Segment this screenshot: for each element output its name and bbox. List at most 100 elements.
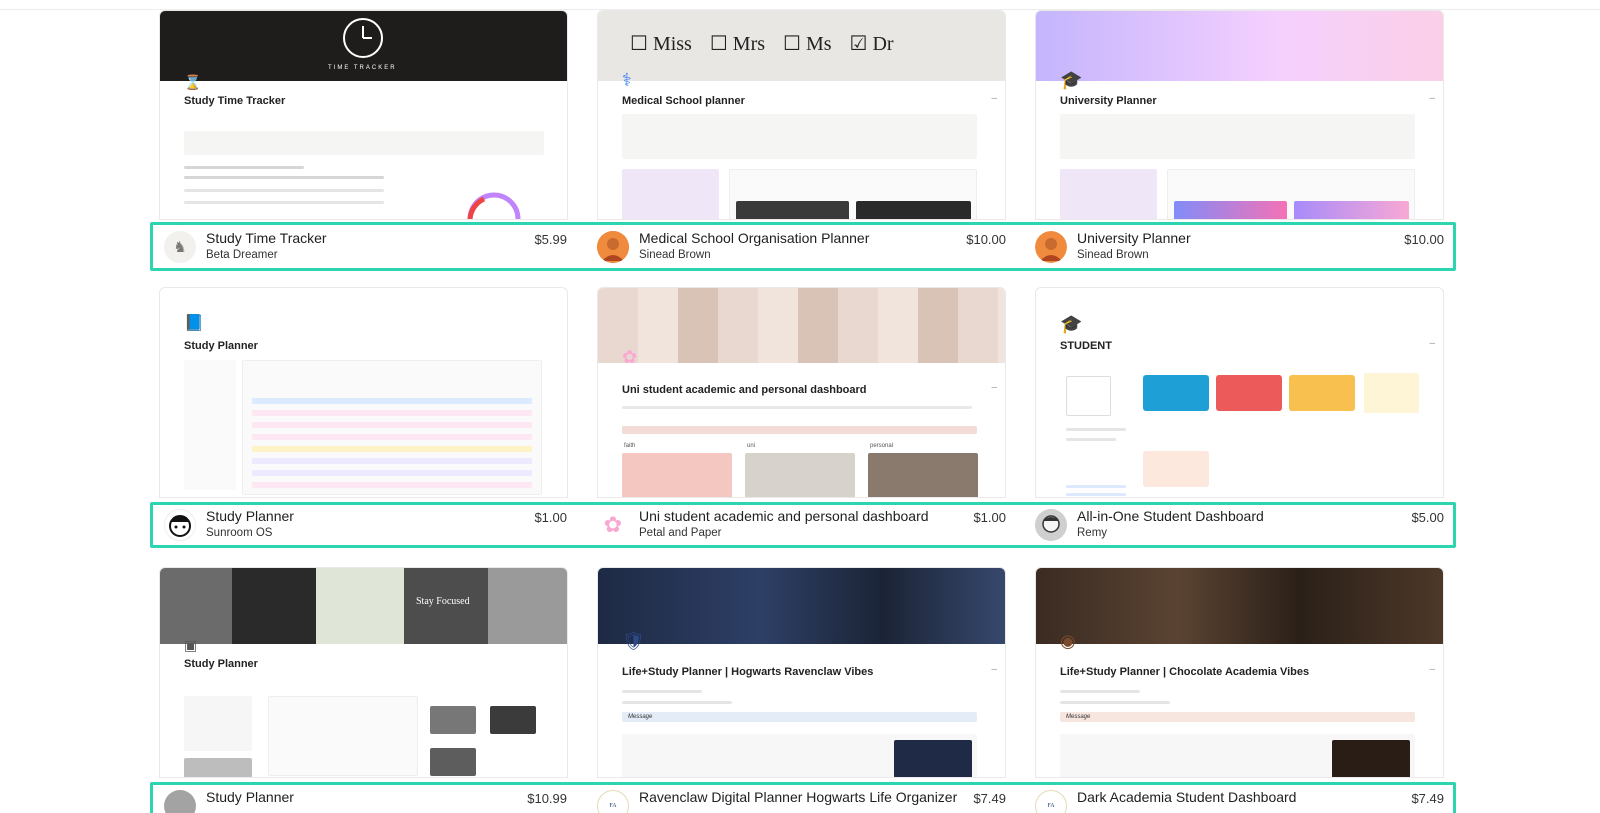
dash-icon: – — [1429, 338, 1435, 349]
cover-image: ☐ Miss ☐ Mrs ☐ Ms ☑ Dr — [598, 11, 1005, 81]
preview-line — [1066, 493, 1126, 496]
cover-photo — [232, 568, 316, 644]
listing-price: $5.00 — [1411, 510, 1444, 525]
section-image — [745, 453, 855, 497]
preview-line — [184, 189, 384, 192]
instructions-block — [1060, 114, 1415, 159]
dash-icon: – — [991, 93, 997, 104]
listing-university-planner[interactable]: University Planner Sinead Brown $10.00 — [1035, 227, 1444, 267]
portrait-icon — [1035, 231, 1067, 263]
profile-sketch — [1066, 376, 1111, 416]
listing-title[interactable]: Study Time Tracker — [206, 230, 327, 246]
section-label: personal — [870, 443, 894, 449]
preview-title: Uni student academic and personal dashbo… — [622, 384, 867, 396]
preview-block — [184, 131, 544, 155]
listing-title[interactable]: Uni student academic and personal dashbo… — [639, 508, 929, 524]
table-row-bar — [252, 470, 532, 476]
moon-image — [894, 740, 972, 777]
dash-icon: – — [1429, 93, 1435, 104]
preview-card-uni-student-dashboard[interactable]: ✿ Uni student academic and personal dash… — [597, 287, 1006, 498]
listing-author[interactable]: Sinead Brown — [639, 249, 711, 261]
listing-author[interactable]: Sunroom OS — [206, 527, 272, 539]
listing-study-planner-3[interactable]: Study Planner $10.99 — [164, 786, 567, 813]
listing-study-planner-sunroom[interactable]: Study Planner Sunroom OS $1.00 — [164, 505, 567, 545]
preview-card-university-planner[interactable]: 🎓 University Planner – — [1035, 10, 1444, 220]
listing-title[interactable]: Medical School Organisation Planner — [639, 230, 869, 246]
book-icon: 📘 — [184, 315, 204, 332]
preview-card-all-in-one-dashboard[interactable]: 🎓 STUDENT – — [1035, 287, 1444, 498]
listing-uni-student-dashboard[interactable]: ✿ Uni student academic and personal dash… — [597, 505, 1006, 545]
hourglass-icon: ⌛ — [184, 74, 202, 90]
title-options: ☐ Miss ☐ Mrs ☐ Ms ☑ Dr — [630, 31, 894, 56]
listing-author[interactable]: Petal and Paper — [639, 527, 721, 539]
face-icon — [1035, 509, 1067, 541]
listing-title[interactable]: Study Planner — [206, 789, 294, 805]
message-bar — [1060, 712, 1415, 722]
cover-image: Stay Focused — [160, 568, 567, 644]
preview-card-study-planner[interactable]: 📘 Study Planner — [159, 287, 568, 498]
cover-image — [1036, 11, 1443, 81]
deer-icon: ♞ — [164, 231, 196, 263]
preview-line — [1066, 428, 1126, 431]
listing-title[interactable]: Ravenclaw Digital Planner Hogwarts Life … — [639, 789, 957, 805]
table-row-bar — [252, 458, 532, 464]
preview-title: STUDENT — [1060, 340, 1112, 352]
cover-photo: Stay Focused — [404, 568, 488, 644]
listing-ravenclaw-digital-planner[interactable]: FA Ravenclaw Digital Planner Hogwarts Li… — [597, 786, 1006, 813]
preview-title: Study Planner — [184, 658, 258, 670]
preview-card-study-planner-2[interactable]: Stay Focused ▣ Study Planner — [159, 567, 568, 778]
listing-title[interactable]: Study Planner — [206, 508, 294, 524]
preview-line — [622, 690, 702, 693]
table-row-bar — [252, 434, 532, 440]
option-dr: ☑ Dr — [849, 33, 894, 55]
course-card — [1216, 375, 1282, 411]
preview-title: Study Planner — [184, 340, 258, 352]
quick-actions-block — [184, 696, 252, 751]
option-miss: ☐ Miss — [630, 33, 692, 55]
listing-title[interactable]: Dark Academia Student Dashboard — [1077, 789, 1296, 805]
preview-card-study-time-tracker[interactable]: TIME TRACKER ⌛ Study Time Tracker — [159, 10, 568, 220]
listing-dark-academia-dashboard[interactable]: FA Dark Academia Student Dashboard $7.49 — [1035, 786, 1444, 813]
preview-card-medical-school[interactable]: ☐ Miss ☐ Mrs ☐ Ms ☑ Dr ⚕ Medical School … — [597, 10, 1006, 220]
message-label: Message — [628, 714, 653, 720]
cover-image — [598, 288, 1005, 363]
preview-line — [184, 176, 384, 179]
instructions-block — [622, 114, 977, 159]
face-icon — [164, 509, 196, 541]
candle-image — [1332, 740, 1410, 777]
option-ms: ☐ Ms — [783, 33, 832, 55]
preview-card-ravenclaw-planner[interactable]: 🛡 Life+Study Planner | Hogwarts Ravencla… — [597, 567, 1006, 778]
section-image — [622, 453, 732, 497]
listing-title[interactable]: All-in-One Student Dashboard — [1077, 508, 1264, 524]
table-row-bar — [252, 410, 532, 416]
table-row-bar — [252, 482, 532, 488]
option-mrs: ☐ Mrs — [709, 33, 766, 55]
preview-card-chocolate-academia[interactable]: ◉ Life+Study Planner | Chocolate Academi… — [1035, 567, 1444, 778]
preview-title: University Planner — [1060, 95, 1157, 107]
listing-price: $1.00 — [534, 510, 567, 525]
listing-study-time-tracker[interactable]: ♞ Study Time Tracker Beta Dreamer $5.99 — [164, 227, 567, 267]
cover-photo — [316, 568, 404, 644]
cover-photo — [488, 568, 567, 644]
course-photo — [430, 706, 476, 734]
module-image — [856, 201, 971, 219]
listing-title[interactable]: University Planner — [1077, 230, 1191, 246]
preview-line — [184, 166, 304, 169]
preview-line — [1066, 438, 1116, 441]
listing-author[interactable]: Remy — [1077, 527, 1107, 539]
listing-author[interactable]: Beta Dreamer — [206, 249, 278, 261]
preview-line — [1060, 690, 1140, 693]
listing-price: $10.00 — [1404, 232, 1444, 247]
reminders-note — [1364, 373, 1419, 413]
listing-author[interactable]: Sinead Brown — [1077, 249, 1149, 261]
section-label: uni — [747, 443, 756, 449]
preview-line — [622, 406, 972, 409]
listing-medical-school-organisation-planner[interactable]: Medical School Organisation Planner Sine… — [597, 227, 1006, 267]
listing-all-in-one-student-dashboard[interactable]: All-in-One Student Dashboard Remy $5.00 — [1035, 505, 1444, 545]
clock-icon — [343, 18, 383, 58]
final-avenue-logo-icon: FA — [597, 790, 629, 813]
course-card — [1143, 375, 1209, 411]
blossom-icon: ✿ — [622, 347, 638, 367]
cover-image — [598, 568, 1005, 644]
preview-title: Study Time Tracker — [184, 95, 286, 107]
